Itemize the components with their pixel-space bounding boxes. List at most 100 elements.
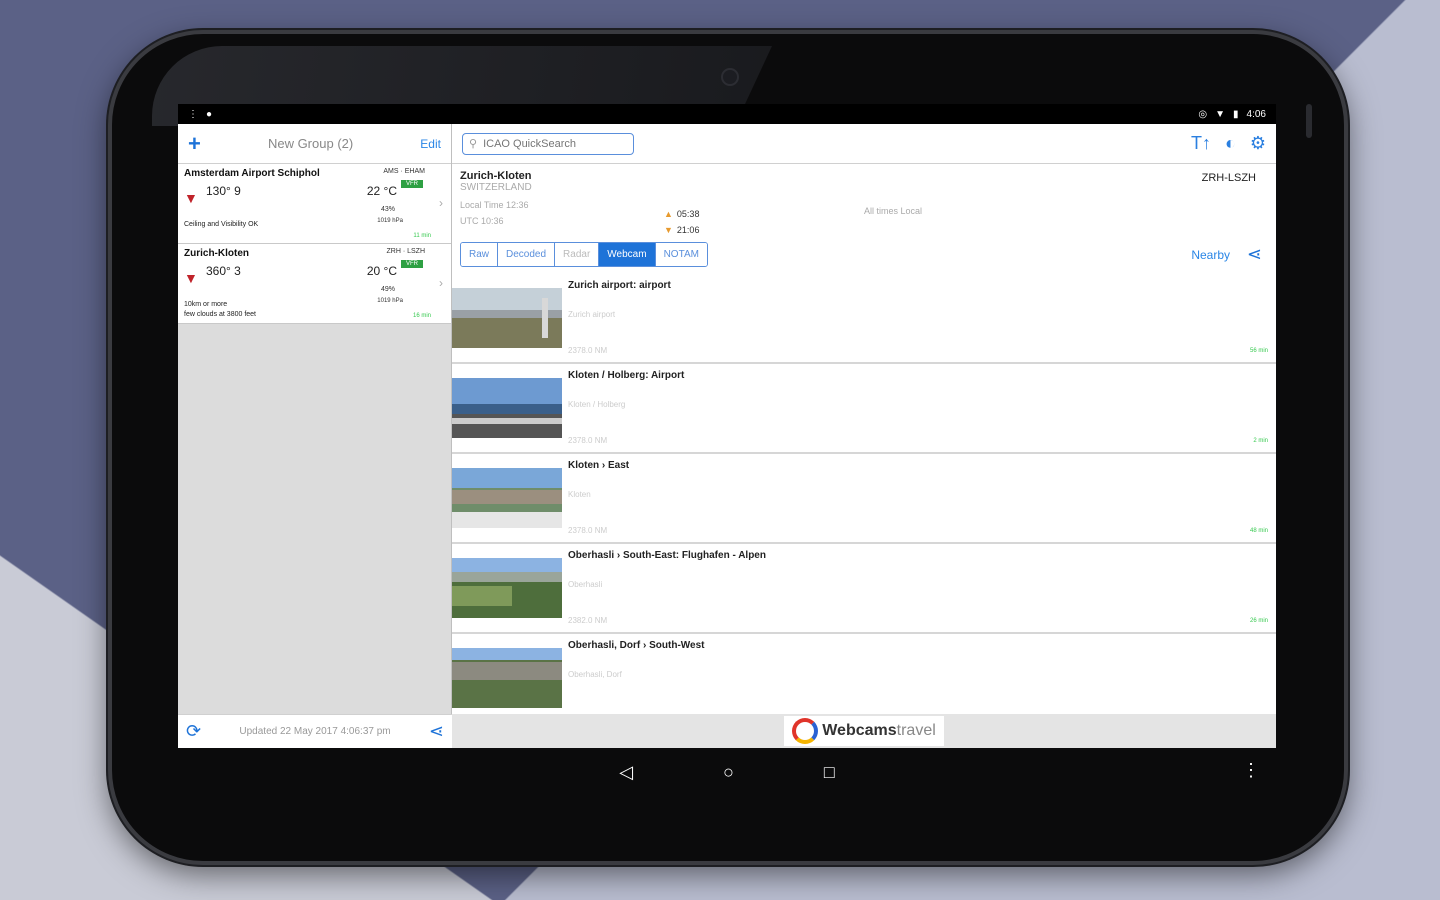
country-name: SWITZERLAND: [460, 182, 532, 193]
webcam-title: Zurich airport: airport: [568, 280, 671, 291]
left-footer: ⟳ Updated 22 May 2017 4:06:37 pm ⋖: [178, 714, 452, 748]
webcam-title: Kloten / Holberg: Airport: [568, 370, 685, 381]
logo-suffix: travel: [896, 722, 936, 739]
webcam-thumbnail: [452, 468, 562, 528]
wifi-icon: ▼: [1215, 108, 1226, 120]
left-header: + New Group (2) Edit: [178, 124, 451, 164]
more-icon: ⋮: [188, 108, 198, 120]
toolbar: ⚲ T↑ ◐ ⚙: [452, 124, 1276, 164]
settings-icon[interactable]: ⚙: [1250, 133, 1266, 154]
webcam-age: 56 min: [1249, 348, 1268, 354]
webcam-age: 48 min: [1249, 528, 1268, 534]
airport-humidity: 43%: [380, 206, 395, 213]
airport-list-pane: + New Group (2) Edit Amsterdam Airport S…: [178, 124, 452, 748]
webcam-list: Zurich airport: airport Zurich airport 2…: [452, 274, 1276, 714]
chevron-right-icon: ›: [439, 276, 443, 290]
webcam-row[interactable]: Kloten › East Kloten 2378.0 NM 48 min: [452, 454, 1276, 544]
home-icon[interactable]: ○: [723, 762, 734, 783]
sun-times: ▲ 05:38 ▼ 21:06: [664, 206, 699, 238]
tab-decoded[interactable]: Decoded: [498, 243, 556, 266]
sunrise-icon: ▲: [664, 209, 673, 219]
search-input[interactable]: [483, 137, 624, 150]
flight-category-badge: VFR: [401, 180, 423, 188]
airport-codes: ZRH · LSZH: [386, 248, 426, 255]
rotate-icon: ◎: [1198, 108, 1208, 120]
wind-arrow-icon: ▼: [184, 270, 198, 286]
all-times-note: All times Local: [864, 206, 923, 216]
share-icon[interactable]: ⋖: [429, 721, 444, 742]
webcam-title: Oberhasli, Dorf › South-West: [568, 640, 705, 651]
share-icon[interactable]: ⋖: [1247, 244, 1262, 265]
webcam-title: Oberhasli › South-East: Flughafen - Alpe…: [568, 550, 766, 561]
flight-category-badge: VFR: [401, 260, 423, 268]
edit-button[interactable]: Edit: [420, 137, 441, 151]
airport-note-line: Ceiling and Visibility OK: [184, 221, 259, 228]
sunrise-time: 05:38: [676, 209, 700, 219]
webcam-row[interactable]: Zurich airport: airport Zurich airport 2…: [452, 274, 1276, 364]
text-size-icon[interactable]: T↑: [1191, 133, 1211, 154]
add-button[interactable]: +: [188, 131, 201, 157]
sunset-time: 21:06: [676, 225, 700, 235]
webcam-distance: 2378.0 NM: [568, 526, 608, 535]
webcam-location: Oberhasli: [568, 580, 603, 589]
group-title: New Group (2): [267, 136, 354, 151]
webcam-row[interactable]: Oberhasli › South-East: Flughafen - Alpe…: [452, 544, 1276, 634]
contrast-icon[interactable]: ◐: [1225, 133, 1236, 154]
webcam-location: Oberhasli, Dorf: [568, 670, 622, 679]
airport-card[interactable]: Amsterdam Airport Schiphol AMS · EHAM VF…: [178, 164, 451, 244]
webcam-age: 26 min: [1249, 618, 1268, 624]
airport-pressure: 1019 hPa: [377, 298, 403, 304]
status-time: 4:06: [1246, 108, 1266, 120]
detail-pane: ⚲ T↑ ◐ ⚙ Zurich-Kloten SWITZERLAND Local…: [452, 124, 1276, 714]
webcam-distance: 2378.0 NM: [568, 436, 608, 445]
wind-arrow-icon: ▼: [184, 190, 198, 206]
airport-temp: 20 °C: [366, 264, 397, 278]
airport-card[interactable]: Zurich-Kloten ZRH · LSZH VFR ▼ 360° 3 20…: [178, 244, 451, 324]
airport-wind: 360° 3: [206, 264, 241, 278]
nearby-link[interactable]: Nearby: [1191, 248, 1230, 262]
tab-bar: Raw Decoded Radar Webcam NOTAM: [460, 242, 708, 267]
airport-info: Zurich-Kloten SWITZERLAND Local Time 12:…: [452, 164, 1276, 274]
webcam-distance: 2382.0 NM: [568, 616, 608, 625]
sunset-icon: ▼: [664, 225, 673, 235]
search-icon: ⚲: [469, 138, 478, 150]
webcam-thumbnail: [452, 288, 562, 348]
refresh-icon[interactable]: ⟳: [186, 721, 201, 742]
airport-humidity: 49%: [380, 286, 395, 293]
airport-note-line: 10km or more: [184, 301, 228, 308]
updated-text: Updated 22 May 2017 4:06:37 pm: [239, 726, 391, 737]
screen: ⋮ ● ◎ ▼ ▮ 4:06 + New Group (2) Edit Amst…: [178, 104, 1276, 748]
webcam-title: Kloten › East: [568, 460, 630, 471]
webcam-age: 2 min: [1253, 438, 1268, 444]
back-icon[interactable]: ◁: [619, 762, 633, 783]
city-name: Zurich-Kloten: [460, 170, 532, 182]
more-icon[interactable]: ⋮: [1242, 760, 1260, 781]
tab-webcam[interactable]: Webcam: [599, 243, 656, 266]
search-box[interactable]: ⚲: [462, 132, 634, 155]
airport-pressure: 1019 hPa: [377, 218, 403, 224]
location-icon: ●: [206, 108, 213, 120]
webcam-thumbnail: [452, 648, 562, 708]
webcam-location: Kloten: [568, 490, 591, 499]
recents-icon[interactable]: □: [824, 762, 835, 783]
airport-note: 10km or more few clouds at 3800 feet: [184, 300, 256, 320]
webcam-location: Kloten / Holberg: [568, 400, 626, 409]
airport-age: 16 min: [412, 313, 431, 319]
webcam-row[interactable]: Oberhasli, Dorf › South-West Oberhasli, …: [452, 634, 1276, 714]
chevron-right-icon: ›: [439, 196, 443, 210]
webcams-travel-logo: Webcamstravel: [784, 716, 944, 746]
airport-note-line: few clouds at 3800 feet: [184, 311, 256, 318]
airport-wind: 130° 9: [206, 184, 241, 198]
tab-notam[interactable]: NOTAM: [655, 243, 707, 266]
nav-bar: ◁ ○ □ ⋮: [178, 748, 1276, 796]
webcam-row[interactable]: Kloten / Holberg: Airport Kloten / Holbe…: [452, 364, 1276, 454]
tab-radar[interactable]: Radar: [555, 243, 600, 266]
webcam-thumbnail: [452, 378, 562, 438]
status-bar: ⋮ ● ◎ ▼ ▮ 4:06: [178, 104, 1276, 124]
airport-codes-header: ZRH-LSZH: [1201, 172, 1256, 184]
airport-note: Ceiling and Visibility OK: [184, 220, 258, 230]
tab-raw[interactable]: Raw: [461, 243, 499, 266]
provider-banner[interactable]: Webcamstravel: [452, 714, 1276, 748]
airport-codes: AMS · EHAM: [383, 168, 425, 175]
logo-icon: [792, 718, 819, 744]
